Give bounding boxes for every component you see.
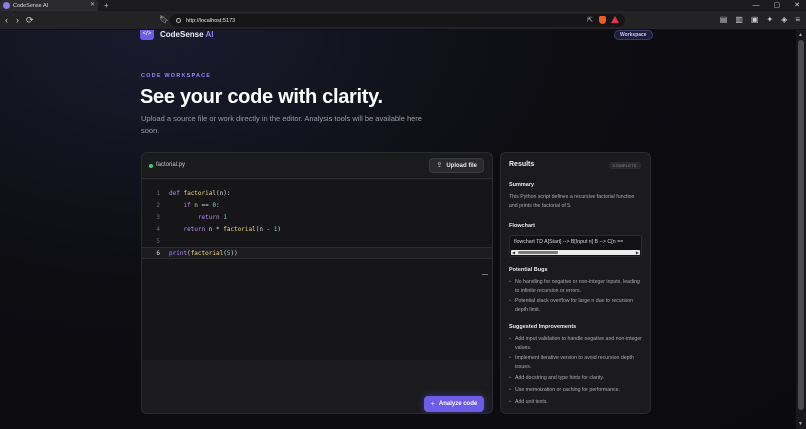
file-name: factorial.py: [156, 162, 186, 168]
wallet-icon[interactable]: ▣: [751, 15, 759, 25]
close-window-button[interactable]: ✕: [794, 1, 800, 10]
back-button[interactable]: ‹: [5, 15, 8, 25]
line-number: 1: [156, 190, 160, 197]
analyze-code-label: Analyze code: [438, 401, 478, 407]
file-status-dot-icon: [149, 164, 153, 168]
vpn-icon[interactable]: ◈: [781, 15, 787, 25]
url-text[interactable]: http://localhost:5173: [186, 18, 235, 24]
plus-icon: +: [430, 400, 435, 408]
improvement-item: Use memoization or caching for performan…: [509, 386, 643, 395]
scroll-up-icon[interactable]: ▲: [798, 32, 803, 38]
tab-title: CodeSense AI: [13, 2, 49, 9]
code-line-text: return n * factorial(n - 1): [183, 226, 282, 233]
scroll-down-icon[interactable]: ▼: [798, 421, 803, 427]
upload-icon: ⇪: [436, 162, 443, 169]
maximize-button[interactable]: ▢: [774, 1, 781, 10]
code-line-1[interactable]: 1 def factorial(n):: [142, 188, 492, 200]
results-panel: Results COMPLETE Summary This Python scr…: [500, 152, 651, 414]
flowchart-text: flowchart TD A[Start] --> B[Input n] B -…: [514, 239, 624, 245]
page-scroll-thumb[interactable]: [798, 40, 804, 410]
line-number: 4: [156, 226, 160, 233]
browser-toolbar: ‹ › ⟳ 🔖︎ http://localhost:5173 ⇱ ▤ ▥ ▣ ✦…: [0, 11, 806, 30]
code-logo-icon: </>: [140, 30, 154, 40]
flowchart-scrollbar[interactable]: ◀ ▶: [511, 250, 640, 255]
editor-card: factorial.py ⇪ Upload file 1 def factori…: [141, 152, 493, 414]
code-line-text: def factorial(n):: [169, 190, 231, 197]
toolbar-actions: ▤ ▥ ▣ ✦ ◈ ≡: [720, 15, 800, 25]
flowchart-code-box[interactable]: flowchart TD A[Start] --> B[Input n] B -…: [509, 235, 642, 257]
window-controls: — ▢ ✕: [753, 1, 801, 10]
sidebar-icon[interactable]: ▥: [735, 15, 743, 25]
flowchart-scroll-thumb[interactable]: [518, 251, 558, 254]
browser-tab[interactable]: CodeSense AI ✕: [0, 0, 98, 11]
improvement-item: Add unit tests.: [509, 398, 643, 407]
scroll-left-icon[interactable]: ◀: [512, 250, 515, 255]
brave-shield-icon[interactable]: [599, 16, 606, 24]
menu-icon[interactable]: ≡: [795, 15, 800, 25]
share-icon[interactable]: ⇱: [587, 16, 593, 24]
code-line-text: return 1: [197, 214, 227, 221]
new-tab-button[interactable]: +: [104, 1, 109, 10]
status-badge: COMPLETE: [608, 162, 641, 169]
reader-mode-icon[interactable]: ▤: [720, 15, 728, 25]
page-viewport: </> CodeSense AI Workspace CODE WORKSPAC…: [0, 30, 796, 429]
brand-name-main: CodeSense: [160, 30, 204, 39]
brand-name-ai: AI: [205, 30, 214, 39]
tab-close-icon[interactable]: ✕: [90, 2, 95, 9]
improvement-item: Implement iterative version to avoid rec…: [509, 354, 643, 371]
code-line-6[interactable]: 6 print(factorial(5)): [142, 247, 492, 259]
hero-subtitle: Upload a source file or work directly in…: [141, 114, 422, 135]
rewards-alert-icon[interactable]: [611, 16, 619, 23]
hero-eyebrow: CODE WORKSPACE: [141, 73, 212, 79]
line-number: 2: [156, 202, 160, 209]
address-bar[interactable]: http://localhost:5173 ⇱: [170, 14, 625, 27]
summary-text: This Python script defines a recursive f…: [509, 194, 635, 209]
editor-header: factorial.py ⇪ Upload file: [142, 153, 492, 179]
page-scrollbar[interactable]: ▲ ▼: [796, 30, 806, 429]
brand-name: CodeSense AI: [160, 30, 214, 39]
improvement-item: Add docstring and type hints for clarity…: [509, 374, 643, 383]
analyze-code-button[interactable]: + Analyze code: [424, 396, 484, 412]
line-number: 6: [156, 250, 160, 257]
line-number: 3: [156, 214, 160, 221]
minimize-button[interactable]: —: [753, 1, 760, 10]
summary-title: Summary: [509, 182, 535, 188]
upload-file-label: Upload file: [446, 162, 477, 169]
code-editor[interactable]: 1 def factorial(n): 2 if n == 0: 3 retur…: [142, 180, 492, 360]
code-line-4[interactable]: 4 return n * factorial(n - 1): [142, 224, 492, 236]
upload-file-button[interactable]: ⇪ Upload file: [429, 158, 484, 173]
bugs-title: Potential Bugs: [509, 267, 548, 273]
editor-overview-mark: [482, 274, 488, 275]
forward-button[interactable]: ›: [16, 15, 19, 25]
code-line-2[interactable]: 2 if n == 0:: [142, 200, 492, 212]
code-line-3[interactable]: 3 return 1: [142, 212, 492, 224]
workspace-pill[interactable]: Workspace: [614, 30, 653, 40]
page-title: See your code with clarity.: [140, 86, 383, 108]
results-title: Results: [509, 161, 535, 168]
code-line-text: if n == 0:: [183, 202, 220, 209]
bug-item: Potential stack overflow for large n due…: [509, 297, 643, 314]
improvement-item: Add input validation to handle negative …: [509, 335, 643, 352]
browser-tab-bar: CodeSense AI ✕ + — ▢ ✕: [0, 0, 806, 11]
scroll-right-icon[interactable]: ▶: [636, 250, 639, 255]
reload-button[interactable]: ⟳: [26, 15, 34, 25]
brand[interactable]: </> CodeSense AI: [140, 30, 214, 40]
extensions-icon[interactable]: ✦: [766, 15, 773, 25]
code-line-text: print(factorial(5)): [169, 250, 238, 257]
bug-item: No handling for negative or non-integer …: [509, 278, 643, 295]
site-info-icon[interactable]: [176, 18, 181, 23]
tab-favicon-icon: [3, 2, 10, 9]
bookmark-icon[interactable]: 🔖︎: [159, 15, 169, 24]
improvements-title: Suggested Improvements: [509, 324, 577, 330]
flowchart-title: Flowchart: [509, 223, 535, 229]
